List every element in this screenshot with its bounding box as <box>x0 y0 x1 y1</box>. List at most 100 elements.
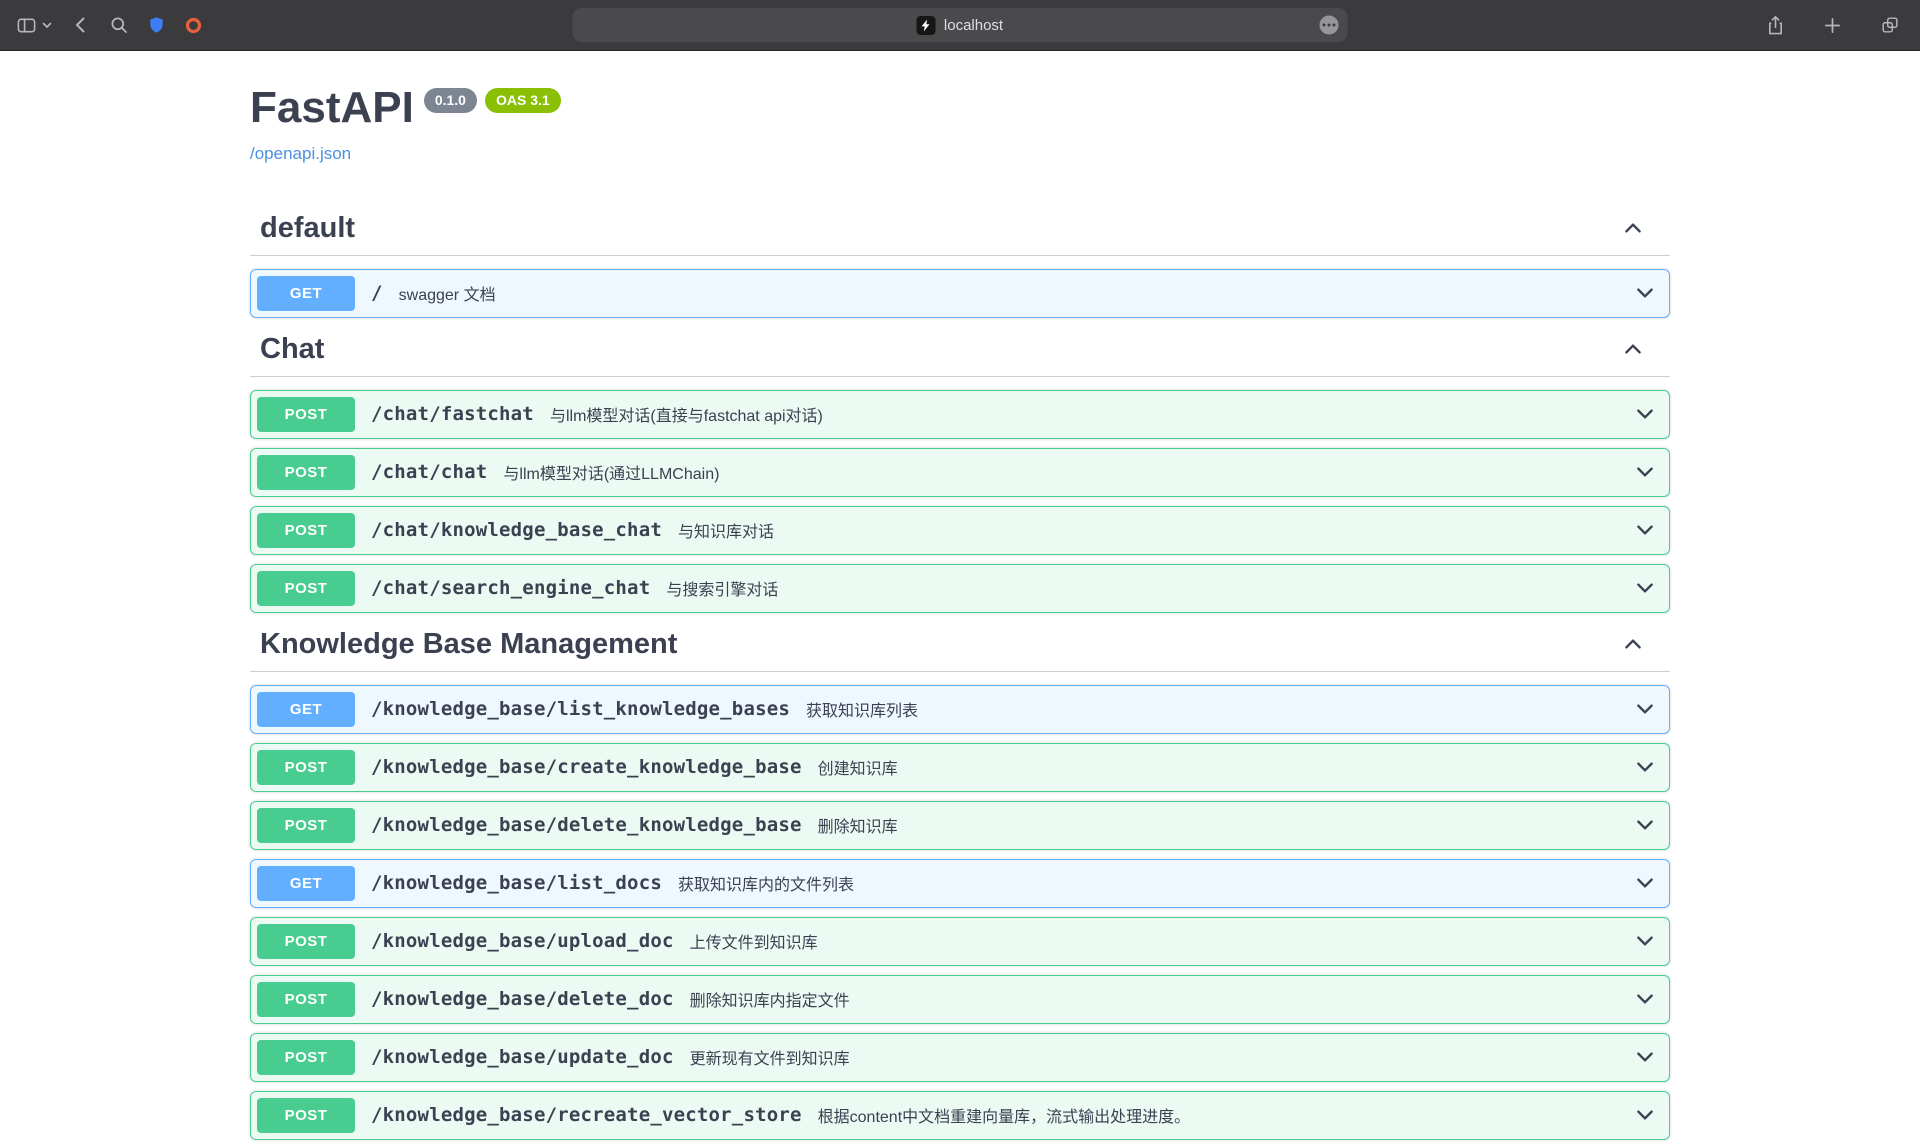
operation-description: 与llm模型对话(通过LLMChain) <box>503 460 719 484</box>
toolbar-right-group <box>1766 0 1900 50</box>
address-bar[interactable]: localhost <box>573 8 1348 42</box>
section-header-default[interactable]: default <box>250 202 1670 256</box>
operation-description: 删除知识库内指定文件 <box>690 987 850 1011</box>
section-title: Knowledge Base Management <box>260 628 677 661</box>
expand-operation-button[interactable] <box>1634 577 1656 599</box>
share-icon <box>1766 15 1785 36</box>
chevron-down-icon <box>1634 872 1656 894</box>
browser-toolbar: localhost <box>0 0 1920 51</box>
operation-path: /knowledge_base/upload_doc <box>371 930 674 952</box>
operation-path: /knowledge_base/recreate_vector_store <box>371 1104 802 1126</box>
operation-row[interactable]: POST /chat/knowledge_base_chat 与知识库对话 <box>250 506 1670 555</box>
search-button[interactable] <box>109 15 129 35</box>
method-badge: POST <box>257 397 355 432</box>
lightning-bolt-icon <box>921 19 932 32</box>
section-operations: POST /chat/fastchat 与llm模型对话(直接与fastchat… <box>250 377 1670 618</box>
chevron-down-icon <box>1634 814 1656 836</box>
operation-path: /knowledge_base/list_docs <box>371 872 662 894</box>
swagger-page: FastAPI 0.1.0 OAS 3.1 /openapi.json defa… <box>250 51 1670 1145</box>
chevron-down-icon <box>1634 577 1656 599</box>
operation-path: /chat/chat <box>371 461 487 483</box>
operation-description: 创建知识库 <box>818 755 898 779</box>
api-title-text: FastAPI <box>250 83 414 134</box>
openapi-spec-link[interactable]: /openapi.json <box>250 144 351 164</box>
url-text: localhost <box>944 17 1003 34</box>
orange-extension-button[interactable] <box>184 16 203 35</box>
expand-operation-button[interactable] <box>1634 1046 1656 1068</box>
operation-path: /knowledge_base/delete_knowledge_base <box>371 814 802 836</box>
section-header-knowledge-base[interactable]: Knowledge Base Management <box>250 618 1670 672</box>
section-title: Chat <box>260 333 324 366</box>
operation-row[interactable]: POST /knowledge_base/delete_doc 删除知识库内指定… <box>250 975 1670 1024</box>
operation-row[interactable]: POST /knowledge_base/create_knowledge_ba… <box>250 743 1670 792</box>
method-badge: POST <box>257 571 355 606</box>
section-header-chat[interactable]: Chat <box>250 323 1670 377</box>
operation-row[interactable]: GET / swagger 文档 <box>250 269 1670 318</box>
orange-extension-icon <box>184 16 203 35</box>
expand-operation-button[interactable] <box>1634 930 1656 952</box>
operation-row[interactable]: POST /knowledge_base/upload_doc 上传文件到知识库 <box>250 917 1670 966</box>
expand-operation-button[interactable] <box>1634 461 1656 483</box>
method-badge: POST <box>257 1040 355 1075</box>
operation-row[interactable]: POST /knowledge_base/update_doc 更新现有文件到知… <box>250 1033 1670 1082</box>
operation-path: /knowledge_base/delete_doc <box>371 988 674 1010</box>
collapse-section-button[interactable] <box>1622 338 1644 360</box>
operation-description: swagger 文档 <box>399 281 496 305</box>
expand-operation-button[interactable] <box>1634 403 1656 425</box>
version-badge: 0.1.0 <box>424 88 477 113</box>
section-operations: GET / swagger 文档 <box>250 256 1670 323</box>
section-chat: Chat POST /chat/fastchat 与llm模型对话(直接与fas… <box>250 323 1670 618</box>
chevron-down-icon <box>1634 403 1656 425</box>
blue-extension-button[interactable] <box>147 16 166 35</box>
expand-operation-button[interactable] <box>1634 872 1656 894</box>
expand-operation-button[interactable] <box>1634 1104 1656 1126</box>
chevron-down-icon <box>1634 1104 1656 1126</box>
operation-path: /knowledge_base/update_doc <box>371 1046 674 1068</box>
method-badge: POST <box>257 455 355 490</box>
method-badge: POST <box>257 808 355 843</box>
operation-row[interactable]: POST /chat/search_engine_chat 与搜索引擎对话 <box>250 564 1670 613</box>
chevron-down-icon <box>1634 519 1656 541</box>
share-button[interactable] <box>1766 15 1785 36</box>
expand-operation-button[interactable] <box>1634 988 1656 1010</box>
sidebar-toggle-button[interactable] <box>16 15 37 36</box>
operation-row[interactable]: POST /knowledge_base/delete_knowledge_ba… <box>250 801 1670 850</box>
operation-path: /knowledge_base/list_knowledge_bases <box>371 698 790 720</box>
operation-path: /knowledge_base/create_knowledge_base <box>371 756 802 778</box>
operation-row[interactable]: POST /knowledge_base/recreate_vector_sto… <box>250 1091 1670 1140</box>
search-icon <box>109 15 129 35</box>
operation-path: /chat/search_engine_chat <box>371 577 650 599</box>
method-badge: GET <box>257 276 355 311</box>
section-knowledge-base-management: Knowledge Base Management GET /knowledge… <box>250 618 1670 1145</box>
operation-description: 删除知识库 <box>818 813 898 837</box>
chevron-down-icon <box>1634 1046 1656 1068</box>
tabs-icon <box>1880 15 1900 35</box>
sidebar-menu-chevron[interactable] <box>41 19 53 31</box>
page-menu-button[interactable] <box>1320 16 1339 35</box>
back-button[interactable] <box>71 15 91 35</box>
operation-row[interactable]: POST /chat/chat 与llm模型对话(通过LLMChain) <box>250 448 1670 497</box>
section-operations: GET /knowledge_base/list_knowledge_bases… <box>250 672 1670 1145</box>
operation-description: 与搜索引擎对话 <box>666 576 778 600</box>
operation-row[interactable]: GET /knowledge_base/list_knowledge_bases… <box>250 685 1670 734</box>
expand-operation-button[interactable] <box>1634 698 1656 720</box>
ellipsis-icon <box>1323 24 1326 27</box>
operation-row[interactable]: GET /knowledge_base/list_docs 获取知识库内的文件列… <box>250 859 1670 908</box>
new-tab-button[interactable] <box>1823 16 1842 35</box>
operation-description: 更新现有文件到知识库 <box>690 1045 850 1069</box>
method-badge: POST <box>257 513 355 548</box>
method-badge: POST <box>257 982 355 1017</box>
expand-operation-button[interactable] <box>1634 814 1656 836</box>
operation-description: 获取知识库内的文件列表 <box>678 871 854 895</box>
back-arrow-icon <box>71 15 91 35</box>
chevron-down-icon <box>1634 988 1656 1010</box>
chevron-up-icon <box>1622 338 1644 360</box>
expand-operation-button[interactable] <box>1634 282 1656 304</box>
operation-row[interactable]: POST /chat/fastchat 与llm模型对话(直接与fastchat… <box>250 390 1670 439</box>
expand-operation-button[interactable] <box>1634 756 1656 778</box>
tab-overview-button[interactable] <box>1880 15 1900 35</box>
collapse-section-button[interactable] <box>1622 217 1644 239</box>
collapse-section-button[interactable] <box>1622 633 1644 655</box>
chevron-down-icon <box>1634 461 1656 483</box>
expand-operation-button[interactable] <box>1634 519 1656 541</box>
